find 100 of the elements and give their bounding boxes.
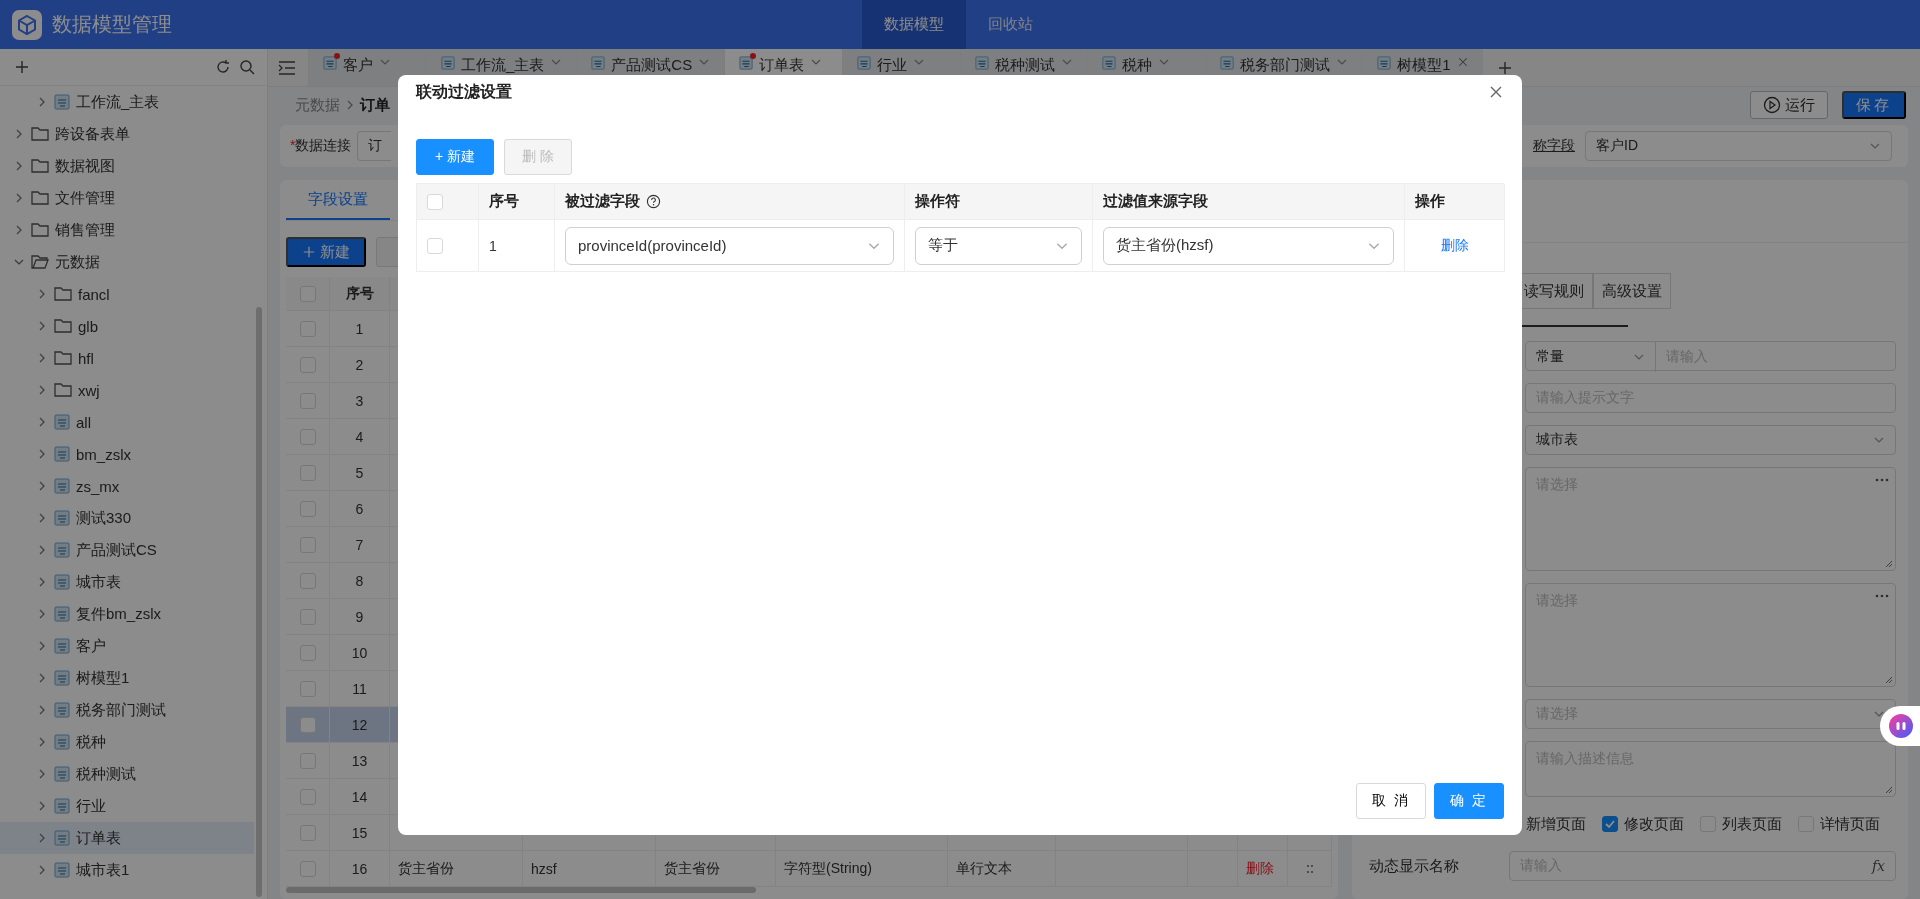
horizontal-scrollbar[interactable] bbox=[286, 887, 756, 893]
tree-item[interactable]: fancl bbox=[0, 278, 254, 310]
resize-grip-icon[interactable] bbox=[1883, 558, 1893, 568]
field-select[interactable]: provinceId(provinceId) bbox=[565, 226, 894, 265]
connection-select[interactable]: 订 bbox=[357, 131, 392, 161]
fx-icon[interactable]: fx bbox=[1871, 858, 1885, 874]
tree-label: 元数据 bbox=[55, 252, 100, 272]
tree-item[interactable]: 税种测试 bbox=[0, 758, 254, 790]
display-field-select[interactable]: 客户ID bbox=[1585, 131, 1892, 161]
tree-label: 客户 bbox=[76, 636, 106, 656]
tree-item[interactable]: 产品测试CS bbox=[0, 534, 254, 566]
tab-label: 行业 bbox=[877, 56, 908, 75]
column-header: 过滤值来源字段 bbox=[1103, 192, 1208, 211]
tree-item[interactable]: 数据视图 bbox=[0, 150, 254, 182]
table-icon bbox=[591, 56, 606, 70]
tree-label: 树模型1 bbox=[76, 668, 130, 688]
operator-select[interactable]: 等于 bbox=[915, 226, 1082, 265]
tree-item[interactable]: 复件bm_zslx bbox=[0, 598, 254, 630]
tree-label: 数据视图 bbox=[55, 156, 115, 176]
table-icon bbox=[54, 606, 70, 622]
tab-label: 订单表 bbox=[759, 56, 805, 75]
tree-item[interactable]: 城市表 bbox=[0, 566, 254, 598]
table-cell: 1 bbox=[479, 220, 555, 272]
tree-item[interactable]: 跨设备表单 bbox=[0, 118, 254, 150]
tree-item[interactable]: xwj bbox=[0, 374, 254, 406]
close-icon[interactable] bbox=[1456, 56, 1469, 68]
table-cell: 6 bbox=[330, 491, 390, 527]
table-cell: 12 bbox=[330, 707, 390, 743]
table-icon bbox=[54, 766, 70, 782]
tree-label: 城市表 bbox=[76, 572, 121, 592]
select-field[interactable]: 城市表 bbox=[1525, 425, 1896, 455]
tree-label: 城市表1 bbox=[76, 860, 130, 880]
checkbox-label: 详情页面 bbox=[1820, 814, 1880, 834]
table-cell: 字符型(String) bbox=[776, 851, 948, 887]
tree-item[interactable]: 测试330 bbox=[0, 502, 254, 534]
drag-handle-icon[interactable] bbox=[1305, 863, 1314, 874]
folder-icon bbox=[31, 158, 49, 174]
tree-item[interactable]: 元数据 bbox=[0, 246, 254, 278]
field-value: 城市表 bbox=[1536, 431, 1578, 449]
tree-item[interactable]: 城市表1 bbox=[0, 854, 254, 886]
tree-item[interactable]: 订单表 bbox=[0, 822, 254, 854]
tree-item[interactable]: 税种 bbox=[0, 726, 254, 758]
tree-item[interactable]: all bbox=[0, 406, 254, 438]
tree-item[interactable]: 销售管理 bbox=[0, 214, 254, 246]
table-icon bbox=[1102, 56, 1117, 70]
search-icon[interactable] bbox=[239, 59, 255, 75]
column-header: 操作符 bbox=[915, 192, 960, 211]
tree-item[interactable]: bm_zslx bbox=[0, 438, 254, 470]
help-icon[interactable] bbox=[646, 194, 661, 209]
nav-tab[interactable]: 数据模型 bbox=[862, 0, 966, 49]
checkbox[interactable] bbox=[1602, 816, 1618, 832]
resize-grip-icon[interactable] bbox=[1883, 674, 1893, 684]
tab-label: 树模型1 bbox=[1397, 56, 1451, 75]
tree-item[interactable]: 客户 bbox=[0, 630, 254, 662]
delete-link[interactable]: 删除 bbox=[1440, 236, 1469, 255]
add-tab-icon[interactable] bbox=[1496, 59, 1513, 76]
table-icon bbox=[54, 574, 70, 590]
field-label: 称字段 bbox=[1533, 137, 1575, 155]
tree-label: fancl bbox=[78, 285, 110, 303]
tree-label: 测试330 bbox=[76, 508, 132, 528]
run-button[interactable]: 运行 bbox=[1750, 91, 1828, 119]
table-icon bbox=[54, 542, 70, 558]
section-tab[interactable]: 字段设置 bbox=[286, 180, 390, 220]
table-cell: 10 bbox=[330, 635, 390, 671]
folder-icon bbox=[54, 318, 72, 334]
folder-icon bbox=[54, 382, 72, 398]
tree-item[interactable]: 行业 bbox=[0, 790, 254, 822]
cancel-button[interactable]: 取 消 bbox=[1356, 783, 1426, 819]
table-cell: 1 bbox=[330, 311, 390, 347]
assistant-icon[interactable] bbox=[1888, 713, 1914, 739]
tree-item[interactable]: zs_mx bbox=[0, 470, 254, 502]
tree-label: 税种测试 bbox=[76, 764, 136, 784]
tree-item[interactable]: 税务部门测试 bbox=[0, 694, 254, 726]
panel-tab[interactable]: 高级设置 bbox=[1593, 273, 1671, 309]
tree-item[interactable]: 文件管理 bbox=[0, 182, 254, 214]
assistant-bubble[interactable] bbox=[1880, 706, 1920, 746]
tree-item[interactable]: hfl bbox=[0, 342, 254, 374]
tree-label: 销售管理 bbox=[55, 220, 115, 240]
save-button[interactable]: 保存 bbox=[1842, 91, 1906, 119]
confirm-button[interactable]: 确 定 bbox=[1434, 783, 1504, 819]
new-button[interactable]: 新建 bbox=[286, 237, 366, 267]
nav-tab[interactable]: 回收站 bbox=[966, 0, 1055, 49]
tab-label: 税种测试 bbox=[995, 56, 1056, 75]
refresh-icon[interactable] bbox=[215, 59, 231, 75]
tree-label: bm_zslx bbox=[76, 445, 131, 463]
close-icon[interactable] bbox=[1488, 84, 1504, 100]
tree-label: 行业 bbox=[76, 796, 106, 816]
operand-select[interactable]: 常量 bbox=[1526, 342, 1656, 372]
source-field-select[interactable]: 货主省份(hzsf) bbox=[1103, 226, 1394, 265]
new-button[interactable]: + 新建 bbox=[416, 139, 494, 175]
tree-item[interactable]: 树模型1 bbox=[0, 662, 254, 694]
field-label: 动态显示名称 bbox=[1369, 856, 1459, 876]
collapse-menu-icon[interactable] bbox=[278, 58, 296, 77]
tree-item[interactable]: glb bbox=[0, 310, 254, 342]
add-icon[interactable] bbox=[14, 59, 30, 75]
tree-item[interactable]: 工作流_主表 bbox=[0, 86, 254, 118]
plus-icon bbox=[302, 245, 316, 259]
resize-grip-icon[interactable] bbox=[1883, 784, 1893, 794]
delete-link[interactable]: 删除 bbox=[1238, 851, 1288, 887]
tab-label: 工作流_主表 bbox=[461, 56, 545, 75]
